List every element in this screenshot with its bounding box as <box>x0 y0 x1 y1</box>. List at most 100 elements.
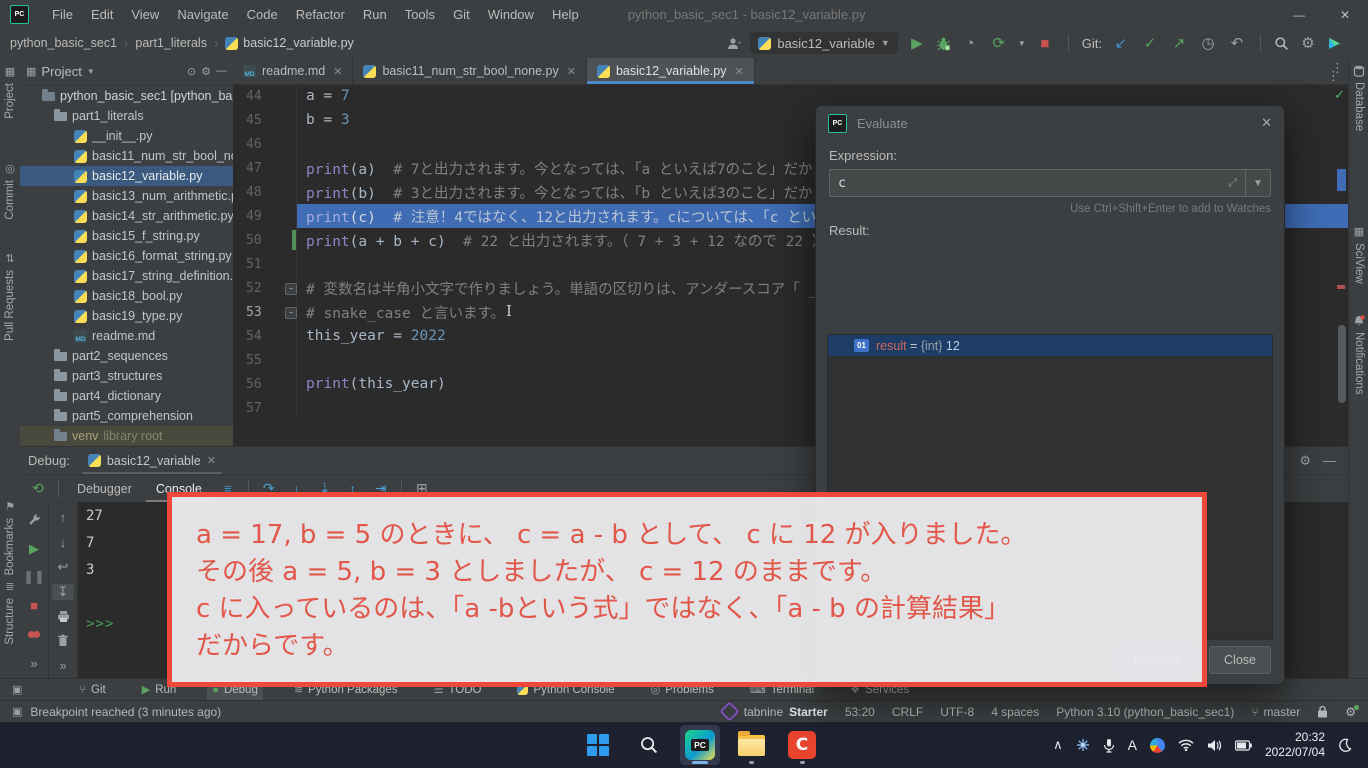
history-icon[interactable]: ◷ <box>1198 34 1218 52</box>
menu-tools[interactable]: Tools <box>396 0 444 29</box>
hide-panel-icon[interactable]: — <box>1323 453 1336 469</box>
expand-icon[interactable]: ⤢ <box>1220 177 1245 190</box>
tree-file[interactable]: basic11_num_str_bool_none.py <box>20 146 233 166</box>
menu-view[interactable]: View <box>122 0 168 29</box>
tree-root[interactable]: python_basic_sec1 [python_basic]D:¥ <box>20 86 233 106</box>
soft-wrap-icon[interactable]: ↩ <box>52 559 74 575</box>
close-tab-icon[interactable]: ✕ <box>207 454 216 467</box>
close-tab-icon[interactable]: ✕ <box>567 65 576 78</box>
more-icon[interactable]: » <box>23 653 45 673</box>
tree-folder[interactable]: part2_sequences <box>20 346 233 366</box>
lock-icon[interactable] <box>1317 705 1328 718</box>
interpreter[interactable]: Python 3.10 (python_basic_sec1) <box>1056 705 1234 719</box>
more-icon[interactable]: » <box>52 658 74 673</box>
menu-refactor[interactable]: Refactor <box>287 0 354 29</box>
evaluate-dialog-titlebar[interactable]: PC Evaluate ✕ <box>816 106 1284 140</box>
run-button[interactable]: ▶ <box>907 34 927 52</box>
battery-icon[interactable] <box>1235 740 1252 751</box>
line-separator[interactable]: CRLF <box>892 705 923 719</box>
expression-input[interactable]: c ⤢ ▼ <box>829 169 1271 197</box>
git-update-icon[interactable]: ↙ <box>1111 34 1131 52</box>
rollback-icon[interactable]: ↶ <box>1227 34 1247 52</box>
night-mode-moon-icon[interactable] <box>1338 738 1352 752</box>
run-configuration-select[interactable]: basic12_variable ▼ <box>750 32 898 54</box>
tool-window-structure[interactable]: ≣Structure <box>0 580 20 645</box>
indent-style[interactable]: 4 spaces <box>991 705 1039 719</box>
status-message[interactable]: Breakpoint reached (3 minutes ago) <box>30 705 221 719</box>
breadcrumb-project[interactable]: python_basic_sec1 <box>10 36 117 50</box>
settings-gear-icon[interactable]: ⚙ <box>1345 705 1356 719</box>
taskbar-clipstudio-button[interactable]: C <box>782 725 822 765</box>
search-icon[interactable] <box>1274 36 1289 51</box>
inspection-menu-icon[interactable]: ⋮ <box>1331 60 1344 76</box>
stop-icon[interactable]: ■ <box>23 596 45 616</box>
menu-file[interactable]: File <box>43 0 82 29</box>
tree-file[interactable]: basic13_num_arithmetic.py <box>20 186 233 206</box>
tabnine-icon[interactable] <box>1327 36 1342 51</box>
close-dialog-icon[interactable]: ✕ <box>1261 115 1272 131</box>
user-icon[interactable] <box>726 36 741 51</box>
tool-window-pull-requests[interactable]: ⇅Pull Requests <box>0 252 20 341</box>
chevron-down-icon[interactable]: ▼ <box>1018 39 1026 48</box>
tree-file[interactable]: basic17_string_definition.py <box>20 266 233 286</box>
taskbar-clock[interactable]: 20:32 2022/07/04 <box>1265 730 1325 760</box>
tool-window-database[interactable]: Database <box>1349 65 1368 131</box>
editor-scrollbar[interactable] <box>1338 325 1346 403</box>
locate-file-icon[interactable]: ⊙ <box>187 65 196 78</box>
toolwindow-switcher-icon[interactable]: ▣ <box>12 683 22 696</box>
volume-icon[interactable] <box>1207 739 1222 752</box>
debug-button[interactable] <box>936 36 951 51</box>
down-stack-icon[interactable]: ↓ <box>52 534 74 549</box>
wrench-icon[interactable] <box>23 510 45 530</box>
tray-snowflake-icon[interactable] <box>1076 738 1090 752</box>
hide-panel-icon[interactable]: — <box>216 65 227 77</box>
breadcrumb-package[interactable]: part1_literals <box>135 36 207 50</box>
close-tab-icon[interactable]: ✕ <box>333 65 342 78</box>
tool-window-sciview[interactable]: ▦SciView <box>1349 225 1368 284</box>
up-stack-icon[interactable]: ↑ <box>52 510 74 525</box>
breadcrumb-file[interactable]: basic12_variable.py <box>243 36 354 50</box>
tree-file[interactable]: basic15_f_string.py <box>20 226 233 246</box>
tab-basic12-active[interactable]: basic12_variable.py✕ <box>587 58 755 84</box>
menu-edit[interactable]: Edit <box>82 0 122 29</box>
taskbar-pycharm-button[interactable]: PC <box>680 725 720 765</box>
menu-navigate[interactable]: Navigate <box>168 0 237 29</box>
taskbar-explorer-button[interactable] <box>731 725 771 765</box>
tool-window-commit[interactable]: ◎Commit <box>0 162 20 220</box>
inspections-ok-icon[interactable]: ✓ <box>1334 87 1345 103</box>
tree-file[interactable]: __init__.py <box>20 126 233 146</box>
debug-session-tab[interactable]: basic12_variable ✕ <box>82 448 222 474</box>
tree-file-selected[interactable]: basic12_variable.py <box>20 166 233 186</box>
tree-file[interactable]: MDreadme.md <box>20 326 233 346</box>
menu-code[interactable]: Code <box>238 0 287 29</box>
menu-window[interactable]: Window <box>479 0 543 29</box>
close-tab-icon[interactable]: ✕ <box>734 65 743 78</box>
file-encoding[interactable]: UTF-8 <box>940 705 974 719</box>
result-row-selected[interactable]: 01 result = {int} 12 <box>828 335 1272 356</box>
resume-icon[interactable]: ▶ <box>23 539 45 559</box>
tree-file[interactable]: basic18_bool.py <box>20 286 233 306</box>
tree-file[interactable]: basic16_format_string.py <box>20 246 233 266</box>
wifi-icon[interactable] <box>1178 739 1194 751</box>
tool-window-bookmarks[interactable]: ⚑Bookmarks <box>0 500 20 576</box>
coverage-button[interactable]: ⟳ <box>989 34 1009 52</box>
settings-gear-icon[interactable]: ⚙ <box>201 65 211 78</box>
git-branch-widget[interactable]: ⑂master <box>1251 705 1300 719</box>
tree-folder[interactable]: part5_comprehension <box>20 406 233 426</box>
clear-trash-icon[interactable] <box>52 633 74 648</box>
pause-icon[interactable]: ❚❚ <box>23 567 45 587</box>
git-commit-icon[interactable]: ✓ <box>1140 34 1160 52</box>
close-button[interactable]: Close <box>1209 646 1271 674</box>
tabnine-widget[interactable]: tabnineStarter <box>721 703 828 720</box>
tree-file[interactable]: basic14_str_arithmetic.py <box>20 206 233 226</box>
tool-window-notifications[interactable]: Notifications <box>1349 315 1368 395</box>
tree-folder-venv[interactable]: venvlibrary root <box>20 426 233 446</box>
tab-debugger[interactable]: Debugger <box>67 476 142 502</box>
project-panel-title[interactable]: Project <box>41 64 81 79</box>
start-button[interactable] <box>578 725 618 765</box>
caret-position[interactable]: 53:20 <box>845 705 875 719</box>
fold-marker-icon[interactable]: − <box>285 283 297 295</box>
rerun-icon[interactable]: ⟲ <box>26 480 50 497</box>
menu-git[interactable]: Git <box>444 0 479 29</box>
close-button[interactable]: ✕ <box>1322 0 1368 29</box>
